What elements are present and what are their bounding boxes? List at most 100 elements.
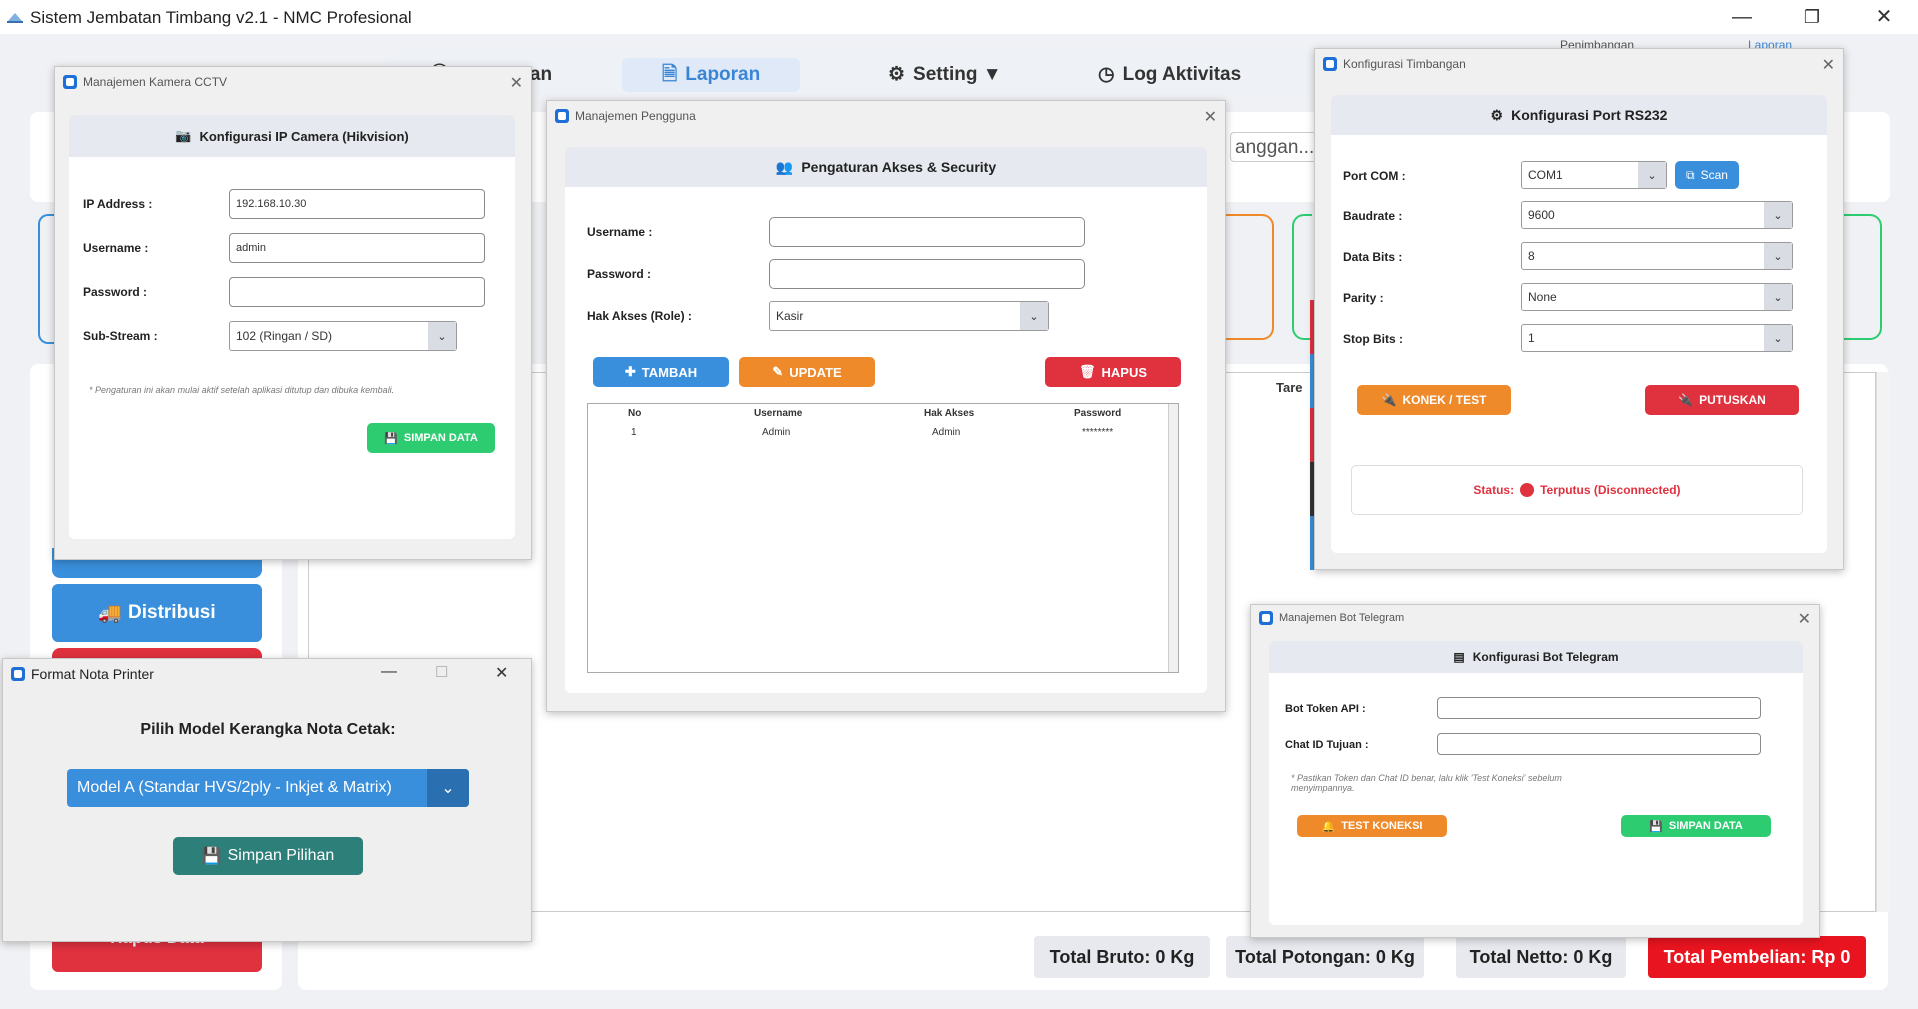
tab-setting[interactable]: ⚙ Setting ▼ <box>888 58 1002 92</box>
minimize-button[interactable]: — <box>1722 4 1762 30</box>
trash-icon: 🗑 <box>1078 364 1096 379</box>
users-password-input[interactable] <box>769 259 1085 289</box>
telegram-note: * Pastikan Token dan Chat ID benar, lalu… <box>1291 773 1562 793</box>
save-icon: 💾 <box>1649 820 1663 833</box>
chevron-down-icon: ⌄ <box>1638 162 1666 188</box>
printer-maximize-button[interactable]: ☐ <box>435 663 448 681</box>
telegram-close-button[interactable]: ✕ <box>1798 609 1811 629</box>
cctv-save-button[interactable]: 💾 SIMPAN DATA <box>367 423 495 453</box>
nota-model-select[interactable]: Model A (Standar HVS/2ply - Inkjet & Mat… <box>67 769 469 807</box>
title-bar: Sistem Jembatan Timbang v2.1 - NMC Profe… <box>0 0 1918 34</box>
chevron-down-icon: ⌄ <box>1764 202 1792 228</box>
add-user-button[interactable]: ✚ TAMBAH <box>593 357 729 387</box>
plug-icon: 🔌 <box>1381 393 1397 407</box>
users-username-input[interactable] <box>769 217 1085 247</box>
stopbits-select[interactable]: 1 ⌄ <box>1521 324 1793 352</box>
role-label: Hak Akses (Role) : <box>587 309 692 323</box>
maximize-button[interactable]: ❐ <box>1792 4 1832 30</box>
table-scrollbar[interactable] <box>1876 372 1890 912</box>
distribusi-button[interactable]: 🚚 Distribusi <box>52 584 262 642</box>
green-box-left <box>1292 214 1312 340</box>
scale-close-button[interactable]: ✕ <box>1822 55 1835 75</box>
baud-select[interactable]: 9600 ⌄ <box>1521 201 1793 229</box>
port-select[interactable]: COM1 ⌄ <box>1521 161 1667 189</box>
stopbits-label: Stop Bits : <box>1343 332 1403 346</box>
scale-heading: ⚙ Konfigurasi Port RS232 <box>1331 95 1827 135</box>
disconnect-button[interactable]: 🔌 PUTUSKAN <box>1645 385 1799 415</box>
app-window-icon <box>555 109 569 123</box>
printer-heading: Pilih Model Kerangka Nota Cetak: <box>140 721 396 738</box>
printer-dialog: Format Nota Printer — ☐ ✕ Pilih Model Ke… <box>2 658 532 942</box>
substream-select[interactable]: 102 (Ringan / SD) ⌄ <box>229 321 457 351</box>
ip-label: IP Address : <box>83 197 153 211</box>
telegram-heading: ▤ Konfigurasi Bot Telegram <box>1269 641 1803 673</box>
save-icon: 💾 <box>201 848 222 865</box>
clock-icon: ◷ <box>1098 64 1115 85</box>
printer-minimize-button[interactable]: — <box>381 663 397 681</box>
table-row-no[interactable]: 1 <box>631 427 637 438</box>
gear-icon: ⚙ <box>1490 106 1504 123</box>
users-close-button[interactable]: ✕ <box>1204 107 1217 127</box>
tab-laporan[interactable]: 🗎 Laporan <box>622 58 801 92</box>
password-input[interactable] <box>229 277 485 307</box>
scale-app-icon <box>7 13 23 23</box>
username-input[interactable]: admin <box>229 233 485 263</box>
table-row-username[interactable]: Admin <box>762 427 790 438</box>
table-row-role[interactable]: Admin <box>932 427 960 438</box>
total-pembelian: Total Pembelian: Rp 0 <box>1648 936 1866 978</box>
scan-button[interactable]: ⧉ Scan <box>1675 161 1739 189</box>
col-hak-akses: Hak Akses <box>924 408 975 419</box>
app-window-icon <box>1259 611 1273 625</box>
total-potongan: Total Potongan: 0 Kg <box>1226 936 1424 978</box>
ip-input[interactable]: 192.168.10.30 <box>229 189 485 219</box>
cctv-heading: 📷 Konfigurasi IP Camera (Hikvision) <box>69 115 515 157</box>
password-label: Password : <box>83 285 148 299</box>
delete-user-button[interactable]: 🗑 HAPUS <box>1045 357 1181 387</box>
role-select[interactable]: Kasir ⌄ <box>769 301 1049 331</box>
bot-token-input[interactable] <box>1437 697 1761 719</box>
databits-select[interactable]: 8 ⌄ <box>1521 242 1793 270</box>
username-label: Username : <box>83 241 149 255</box>
col-password: Password <box>1074 408 1122 419</box>
cctv-panel: 📷 Konfigurasi IP Camera (Hikvision) IP Ad… <box>69 115 515 539</box>
document-icon: 🗎 <box>662 64 678 85</box>
plus-icon: ✚ <box>624 364 636 379</box>
save-choice-button[interactable]: 💾 Simpan Pilihan <box>173 837 363 875</box>
printer-close-button[interactable]: ✕ <box>495 663 508 683</box>
users-dialog-titlebar: Manajemen Pengguna <box>547 101 1225 131</box>
users-panel: 👥 Pengaturan Akses & Security Username : … <box>565 147 1207 693</box>
chevron-down-icon: ⌄ <box>1764 243 1792 269</box>
close-button[interactable]: ✕ <box>1864 4 1904 30</box>
connect-test-button[interactable]: 🔌 KONEK / TEST <box>1357 385 1511 415</box>
telegram-save-button[interactable]: 💾 SIMPAN DATA <box>1621 815 1771 837</box>
cctv-close-button[interactable]: ✕ <box>510 73 523 93</box>
robot-icon: ▤ <box>1453 650 1465 664</box>
table-row-password[interactable]: ******** <box>1082 427 1113 438</box>
port-label: Port COM : <box>1343 169 1406 183</box>
bot-token-label: Bot Token API : <box>1285 703 1366 715</box>
save-icon: 💾 <box>384 432 398 445</box>
telegram-dialog-titlebar: Manajemen Bot Telegram <box>1251 605 1819 631</box>
chat-id-input[interactable] <box>1437 733 1761 755</box>
camera-icon: 📷 <box>175 128 192 143</box>
users-table-scrollbar[interactable] <box>1168 404 1178 672</box>
total-netto: Total Netto: 0 Kg <box>1456 936 1626 978</box>
chevron-down-icon: ⌄ <box>427 769 469 807</box>
pencil-icon: ✎ <box>772 364 784 379</box>
users-table: No Username Hak Akses Password 1 Admin A… <box>587 403 1179 673</box>
scale-panel: ⚙ Konfigurasi Port RS232 Port COM : COM1 ⌄… <box>1331 95 1827 553</box>
plug-icon: 🔌 <box>1678 393 1694 407</box>
tab-log-aktivitas[interactable]: ◷ Log Aktivitas <box>1098 58 1241 92</box>
users-heading: 👥 Pengaturan Akses & Security <box>565 147 1207 187</box>
truck-icon: 🚚 <box>98 603 123 624</box>
scale-config-dialog: Konfigurasi Timbangan ✕ ⚙ Konfigurasi Por… <box>1314 48 1844 570</box>
parity-select[interactable]: None ⌄ <box>1521 283 1793 311</box>
status-dot-icon <box>1520 483 1535 497</box>
test-connection-button[interactable]: 🔔 TEST KONEKSI <box>1297 815 1447 837</box>
chevron-down-icon: ⌄ <box>1020 302 1048 330</box>
parity-label: Parity : <box>1343 291 1384 305</box>
scale-dialog-titlebar: Konfigurasi Timbangan <box>1315 49 1843 79</box>
app-window-icon <box>1323 57 1337 71</box>
update-user-button[interactable]: ✎ UPDATE <box>739 357 875 387</box>
telegram-panel: ▤ Konfigurasi Bot Telegram Bot Token API … <box>1269 641 1803 925</box>
